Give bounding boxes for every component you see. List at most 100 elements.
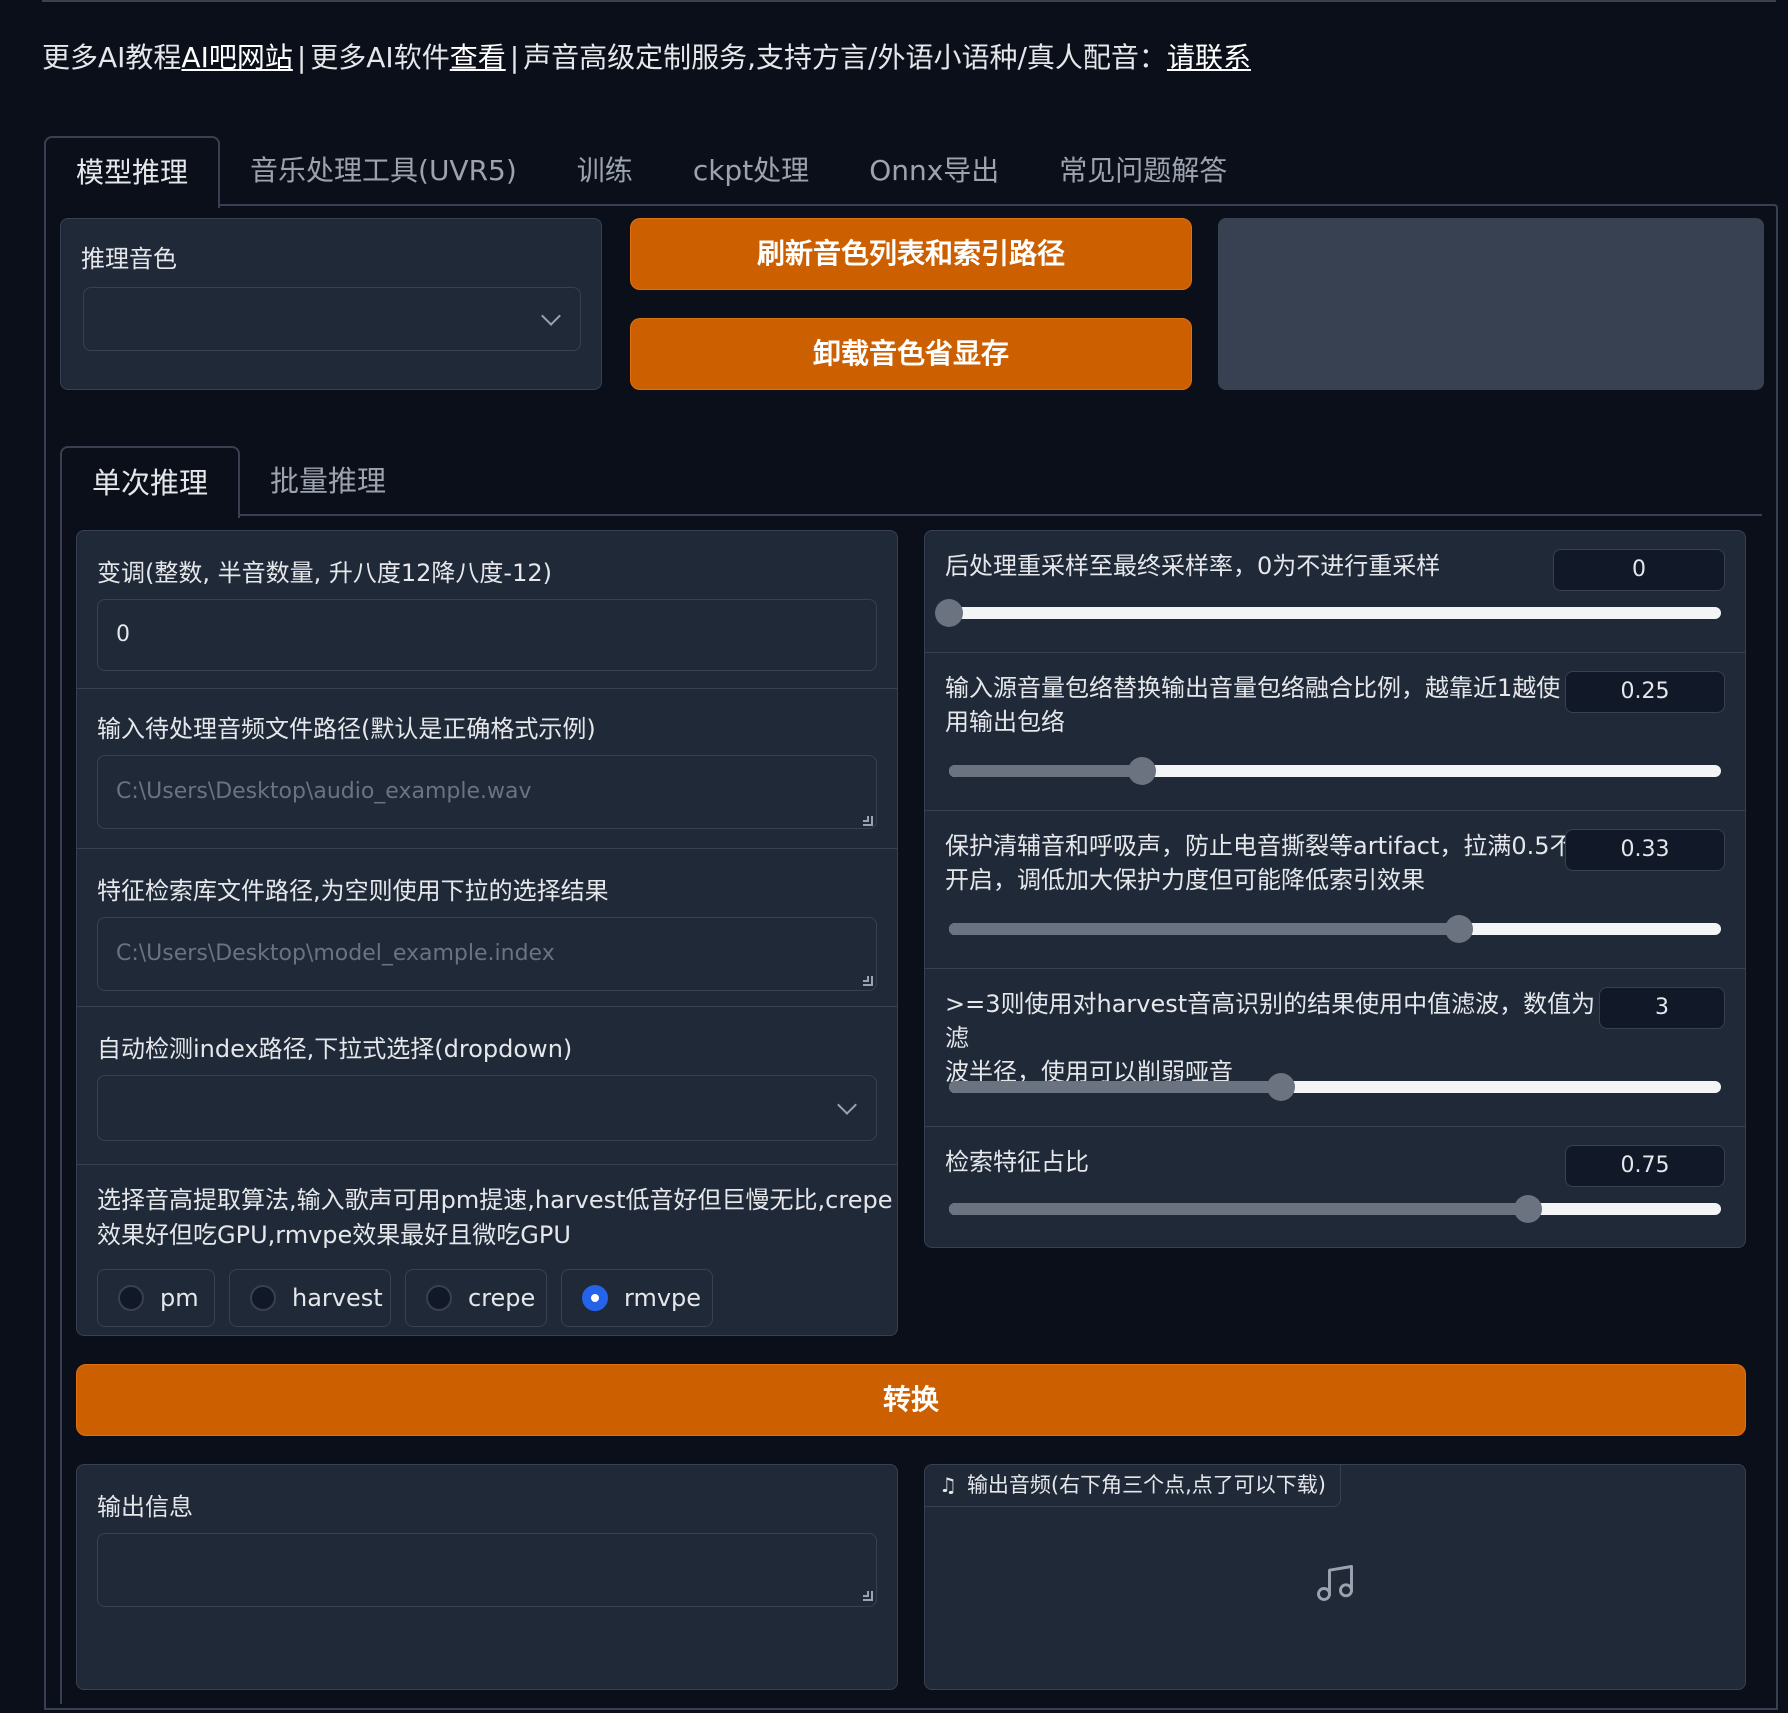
radio-rmvpe[interactable]: rmvpe xyxy=(561,1269,713,1327)
main-tabs: 模型推理 音乐处理工具(UVR5) 训练 ckpt处理 Onnx导出 常见问题解… xyxy=(44,136,1257,208)
slider-thumb[interactable] xyxy=(1444,915,1473,943)
protect-slider[interactable] xyxy=(949,915,1721,943)
sub-tabs: 单次推理 批量推理 xyxy=(60,446,416,518)
voice-select-label: 推理音色 xyxy=(81,245,177,273)
tab-uvr5[interactable]: 音乐处理工具(UVR5) xyxy=(220,136,547,206)
chevron-down-icon xyxy=(541,306,561,326)
output-info-label: 输出信息 xyxy=(97,1493,193,1521)
filter-radius-slider[interactable] xyxy=(949,1073,1721,1101)
index-path-field[interactable]: C:\Users\Desktop\model_example.index xyxy=(97,917,877,991)
tab-faq[interactable]: 常见问题解答 xyxy=(1029,136,1257,206)
output-info-textarea[interactable] xyxy=(97,1533,877,1607)
f0-method-label: 选择音高提取算法,输入歌声可用pm提速,harvest低音好但巨慢无比,crep… xyxy=(97,1183,892,1253)
ai-site-link[interactable]: AI吧网站 xyxy=(181,41,292,74)
tab-single-inference[interactable]: 单次推理 xyxy=(60,446,241,518)
resize-handle-icon[interactable] xyxy=(863,976,873,986)
rms-mix-value-input[interactable]: 0.25 xyxy=(1565,671,1725,713)
index-rate-row: 检索特征占比 0.75 xyxy=(925,1127,1745,1249)
resample-slider[interactable] xyxy=(935,599,1721,627)
header-text-2: 更多AI软件 xyxy=(310,41,450,74)
index-path-row: 特征检索库文件路径,为空则使用下拉的选择结果 C:\Users\Desktop\… xyxy=(77,849,897,1007)
header-text-3: 声音高级定制服务,支持方言/外语小语种/真人配音： xyxy=(523,41,1167,74)
header-sep-1: | xyxy=(296,41,307,74)
contact-link[interactable]: 请联系 xyxy=(1167,41,1251,74)
radio-selected-icon xyxy=(582,1285,608,1311)
refresh-voices-button[interactable]: 刷新音色列表和索引路径 xyxy=(630,218,1192,290)
rms-mix-label-line1: 输入源音量包络替换输出音量包络融合比例，越靠近1越使 xyxy=(945,674,1561,702)
tab-onnx[interactable]: Onnx导出 xyxy=(839,136,1029,206)
transpose-input[interactable]: 0 xyxy=(97,599,877,671)
filter-radius-label-line1: >=3则使用对harvest音高识别的结果使用中值滤波，数值为滤 xyxy=(945,990,1596,1052)
transpose-row: 变调(整数, 半音数量, 升八度12降八度-12) 0 xyxy=(77,531,897,689)
auto-index-row: 自动检测index路径,下拉式选择(dropdown) xyxy=(77,1007,897,1165)
tab-train[interactable]: 训练 xyxy=(547,136,663,206)
slider-fill xyxy=(949,1081,1281,1093)
empty-info-block xyxy=(1218,218,1764,390)
resize-handle-icon[interactable] xyxy=(863,1591,873,1601)
rms-mix-slider[interactable] xyxy=(949,757,1721,785)
radio-crepe-label: crepe xyxy=(468,1284,536,1312)
left-params-block: 变调(整数, 半音数量, 升八度12降八度-12) 0 输入待处理音频文件路径(… xyxy=(76,530,898,1336)
f0-method-label-line1: 选择音高提取算法,输入歌声可用pm提速,harvest低音好但巨慢无比,crep… xyxy=(97,1186,893,1214)
radio-circle-icon xyxy=(426,1285,452,1311)
output-audio-label: ♫ 输出音频(右下角三个点,点了可以下载) xyxy=(925,1465,1341,1507)
protect-label-line2: 开启，调低加大保护力度但可能降低索引效果 xyxy=(945,866,1425,894)
protect-label: 保护清辅音和呼吸声，防止电音撕裂等artifact，拉满0.5不 开启，调低加大… xyxy=(945,829,1585,897)
filter-radius-row: >=3则使用对harvest音高识别的结果使用中值滤波，数值为滤 波半径，使用可… xyxy=(925,969,1745,1127)
radio-harvest[interactable]: harvest xyxy=(229,1269,391,1327)
slider-thumb[interactable] xyxy=(1514,1195,1542,1223)
f0-method-label-line2: 效果好但吃GPU,rmvpe效果最好且微吃GPU xyxy=(97,1221,571,1249)
header-sep-2: | xyxy=(509,41,520,74)
slider-thumb[interactable] xyxy=(1128,757,1156,785)
slider-fill xyxy=(949,765,1142,777)
convert-button[interactable]: 转换 xyxy=(76,1364,1746,1436)
index-rate-slider[interactable] xyxy=(949,1195,1721,1223)
index-path-label: 特征检索库文件路径,为空则使用下拉的选择结果 xyxy=(97,877,609,905)
slider-thumb[interactable] xyxy=(1266,1073,1295,1101)
protect-label-line1: 保护清辅音和呼吸声，防止电音撕裂等artifact，拉满0.5不 xyxy=(945,832,1574,860)
voice-dropdown[interactable] xyxy=(83,287,581,351)
radio-circle-icon xyxy=(250,1285,276,1311)
index-rate-value-input[interactable]: 0.75 xyxy=(1565,1145,1725,1187)
rms-mix-label-line2: 用输出包络 xyxy=(945,708,1065,736)
unload-voice-button[interactable]: 卸载音色省显存 xyxy=(630,318,1192,390)
auto-index-label: 自动检测index路径,下拉式选择(dropdown) xyxy=(97,1035,573,1063)
index-rate-label: 检索特征占比 xyxy=(945,1148,1089,1176)
music-note-icon: ♫ xyxy=(939,1473,957,1497)
rms-mix-label: 输入源音量包络替换输出音量包络融合比例，越靠近1越使 用输出包络 xyxy=(945,671,1585,739)
music-note-icon xyxy=(1313,1561,1357,1605)
input-path-label: 输入待处理音频文件路径(默认是正确格式示例) xyxy=(97,715,596,743)
radio-crepe[interactable]: crepe xyxy=(405,1269,547,1327)
right-params-block: 后处理重采样至最终采样率，0为不进行重采样 0 输入源音量包络替换输出音量包络融… xyxy=(924,530,1746,1248)
f0-method-radios: pm harvest crepe rmvpe xyxy=(97,1269,877,1327)
tab-ckpt[interactable]: ckpt处理 xyxy=(663,136,839,206)
rms-mix-row: 输入源音量包络替换输出音量包络融合比例，越靠近1越使 用输出包络 0.25 xyxy=(925,653,1745,811)
auto-index-dropdown[interactable] xyxy=(97,1075,877,1141)
output-audio-label-text: 输出音频(右下角三个点,点了可以下载) xyxy=(966,1473,1326,1497)
header-text-1: 更多AI教程 xyxy=(42,41,182,74)
protect-value-input[interactable]: 0.33 xyxy=(1565,829,1725,871)
tab-model-inference[interactable]: 模型推理 xyxy=(44,136,221,208)
protect-row: 保护清辅音和呼吸声，防止电音撕裂等artifact，拉满0.5不 开启，调低加大… xyxy=(925,811,1745,969)
view-software-link[interactable]: 查看 xyxy=(450,41,506,74)
resample-label: 后处理重采样至最终采样率，0为不进行重采样 xyxy=(945,552,1441,580)
tab-batch-inference[interactable]: 批量推理 xyxy=(240,446,416,516)
slider-fill xyxy=(949,1203,1528,1215)
slider-thumb[interactable] xyxy=(935,599,963,627)
output-info-block: 输出信息 xyxy=(76,1464,898,1690)
filter-radius-value-input[interactable]: 3 xyxy=(1599,987,1725,1029)
top-divider xyxy=(42,0,1776,2)
slider-fill xyxy=(949,923,1459,935)
resample-row: 后处理重采样至最终采样率，0为不进行重采样 0 xyxy=(925,531,1745,653)
resample-value-input[interactable]: 0 xyxy=(1553,549,1725,591)
header-banner: 更多AI教程AI吧网站 | 更多AI软件查看 | 声音高级定制服务,支持方言/外语小语种… xyxy=(42,36,1251,76)
output-audio-block: ♫ 输出音频(右下角三个点,点了可以下载) xyxy=(924,1464,1746,1690)
chevron-down-icon xyxy=(837,1095,857,1115)
radio-pm-label: pm xyxy=(160,1284,199,1312)
voice-select-block: 推理音色 xyxy=(60,218,602,390)
input-path-field[interactable]: C:\Users\Desktop\audio_example.wav xyxy=(97,755,877,829)
resize-handle-icon[interactable] xyxy=(863,816,873,826)
radio-pm[interactable]: pm xyxy=(97,1269,215,1327)
radio-rmvpe-label: rmvpe xyxy=(624,1284,702,1312)
transpose-label: 变调(整数, 半音数量, 升八度12降八度-12) xyxy=(97,559,552,587)
